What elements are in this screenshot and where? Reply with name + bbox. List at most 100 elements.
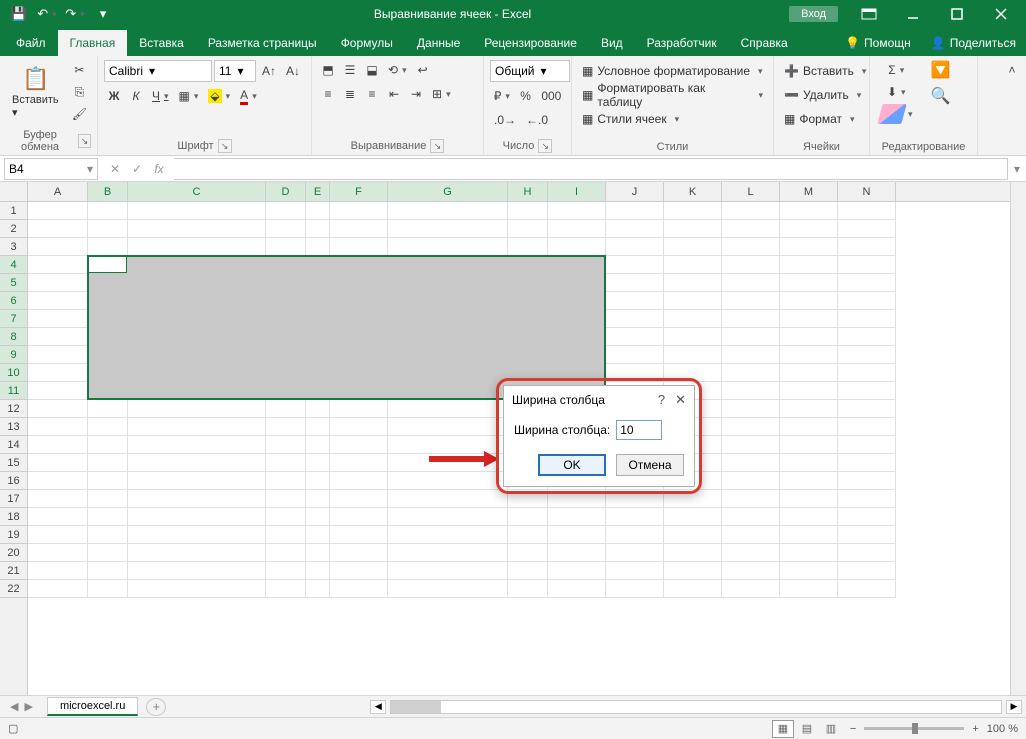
enter-formula-icon[interactable]: ✓ (128, 162, 146, 176)
tab-nav-prev-icon[interactable]: ◀ (10, 700, 18, 713)
row-header[interactable]: 1 (0, 202, 27, 220)
increase-indent-icon[interactable]: ⇥ (406, 84, 426, 104)
conditional-format-button[interactable]: ▦ Условное форматирование (578, 60, 767, 82)
currency-icon[interactable]: ₽ (490, 86, 514, 106)
find-select-icon[interactable]: 🔍 (927, 86, 955, 106)
zoom-level[interactable]: 100 % (987, 723, 1018, 735)
copy-icon[interactable]: ⎘ (68, 82, 91, 102)
row-header[interactable]: 20 (0, 544, 27, 562)
font-launcher[interactable]: ↘ (218, 139, 232, 153)
align-launcher[interactable]: ↘ (430, 139, 444, 153)
merge-cells-icon[interactable]: ⊞ (428, 84, 455, 104)
cell-styles-button[interactable]: ▦ Стили ячеек (578, 108, 767, 130)
decrease-decimal-icon[interactable]: ←.0 (522, 110, 552, 130)
font-name-dropdown[interactable]: Calibri▾ (104, 60, 212, 82)
column-header[interactable]: F (330, 182, 388, 201)
row-header[interactable]: 21 (0, 562, 27, 580)
page-layout-view-icon[interactable]: ▤ (796, 720, 818, 738)
tab-formulas[interactable]: Формулы (329, 30, 405, 56)
minimize-button[interactable] (892, 0, 934, 28)
row-header[interactable]: 7 (0, 310, 27, 328)
tab-file[interactable]: Файл (4, 30, 58, 56)
zoom-slider[interactable] (864, 727, 964, 730)
tab-home[interactable]: Главная (58, 30, 128, 56)
orientation-icon[interactable]: ⟲ (384, 60, 411, 80)
align-middle-icon[interactable]: ☰ (340, 60, 360, 80)
font-color-icon[interactable]: A (236, 86, 261, 106)
column-header[interactable]: L (722, 182, 780, 201)
fill-color-icon[interactable]: ⬙ (204, 86, 234, 106)
column-header[interactable]: M (780, 182, 838, 201)
align-left-icon[interactable]: ≡ (318, 84, 338, 104)
font-size-dropdown[interactable]: 11▾ (214, 60, 256, 82)
cut-icon[interactable]: ✂ (68, 60, 91, 80)
borders-icon[interactable]: ▦ (175, 86, 203, 106)
row-header[interactable]: 6 (0, 292, 27, 310)
row-header[interactable]: 8 (0, 328, 27, 346)
maximize-button[interactable] (936, 0, 978, 28)
row-header[interactable]: 13 (0, 418, 27, 436)
select-all-corner[interactable] (0, 182, 28, 201)
redo-icon[interactable]: ↷ (62, 3, 88, 25)
qat-customize-icon[interactable]: ▾ (90, 3, 116, 25)
tellme[interactable]: 💡 Помощн (835, 30, 921, 56)
active-cell[interactable] (88, 256, 127, 273)
format-painter-icon[interactable]: 🖌 (68, 104, 91, 124)
underline-button[interactable]: Ч (148, 86, 173, 106)
close-button[interactable] (980, 0, 1022, 28)
tab-view[interactable]: Вид (589, 30, 635, 56)
column-header[interactable]: B (88, 182, 128, 201)
clipboard-launcher[interactable]: ↘ (78, 134, 91, 148)
cancel-button[interactable]: Отмена (616, 454, 684, 476)
save-icon[interactable]: 💾 (6, 3, 32, 25)
row-header[interactable]: 22 (0, 580, 27, 598)
format-cells-button[interactable]: ▦ Формат (780, 108, 863, 130)
sheet-tab[interactable]: microexcel.ru (47, 697, 138, 716)
row-header[interactable]: 2 (0, 220, 27, 238)
format-as-table-button[interactable]: ▦ Форматировать как таблицу (578, 84, 767, 106)
align-bottom-icon[interactable]: ⬓ (362, 60, 382, 80)
scroll-right-icon[interactable]: ▶ (1006, 700, 1022, 714)
bold-button[interactable]: Ж (104, 86, 124, 106)
column-header[interactable]: G (388, 182, 508, 201)
insert-cells-button[interactable]: ➕ Вставить (780, 60, 863, 82)
column-header[interactable]: N (838, 182, 896, 201)
tab-nav-next-icon[interactable]: ▶ (24, 700, 32, 713)
share-button[interactable]: 👤 Поделиться (921, 30, 1026, 56)
wrap-text-icon[interactable]: ↩ (413, 60, 433, 80)
row-header[interactable]: 17 (0, 490, 27, 508)
tab-review[interactable]: Рецензирование (472, 30, 589, 56)
align-top-icon[interactable]: ⬒ (318, 60, 338, 80)
comma-icon[interactable]: 000 (538, 86, 565, 106)
sort-filter-icon[interactable]: 🔽 (927, 60, 955, 80)
percent-icon[interactable]: % (516, 86, 536, 106)
row-header[interactable]: 5 (0, 274, 27, 292)
ok-button[interactable]: OK (538, 454, 606, 476)
worksheet[interactable]: ABCDEFGHIJKLMN 1234567891011121314151617… (0, 182, 1026, 695)
row-header[interactable]: 14 (0, 436, 27, 454)
autosum-icon[interactable]: Σ (876, 60, 917, 80)
zoom-in-icon[interactable]: + (972, 723, 978, 735)
expand-formula-icon[interactable]: ▾ (1008, 162, 1026, 176)
help-icon[interactable]: ? (658, 392, 665, 408)
column-header[interactable]: E (306, 182, 330, 201)
login-button[interactable]: Вход (789, 6, 838, 22)
number-launcher[interactable]: ↘ (538, 139, 552, 153)
page-break-view-icon[interactable]: ▥ (820, 720, 842, 738)
cancel-formula-icon[interactable]: ✕ (106, 162, 124, 176)
decrease-font-icon[interactable]: A↓ (282, 61, 304, 81)
column-header[interactable]: A (28, 182, 88, 201)
row-header[interactable]: 11 (0, 382, 27, 400)
fill-icon[interactable]: ⬇ (876, 82, 917, 102)
clear-icon[interactable] (876, 104, 917, 124)
horizontal-scrollbar[interactable]: ◀ ▶ (366, 700, 1026, 714)
increase-decimal-icon[interactable]: .0→ (490, 110, 520, 130)
scroll-left-icon[interactable]: ◀ (370, 700, 386, 714)
tab-help[interactable]: Справка (729, 30, 800, 56)
row-header[interactable]: 15 (0, 454, 27, 472)
vertical-scrollbar[interactable] (1010, 182, 1026, 695)
align-center-icon[interactable]: ≣ (340, 84, 360, 104)
column-header[interactable]: D (266, 182, 306, 201)
normal-view-icon[interactable]: ▦ (772, 720, 794, 738)
fx-icon[interactable]: fx (150, 162, 168, 176)
